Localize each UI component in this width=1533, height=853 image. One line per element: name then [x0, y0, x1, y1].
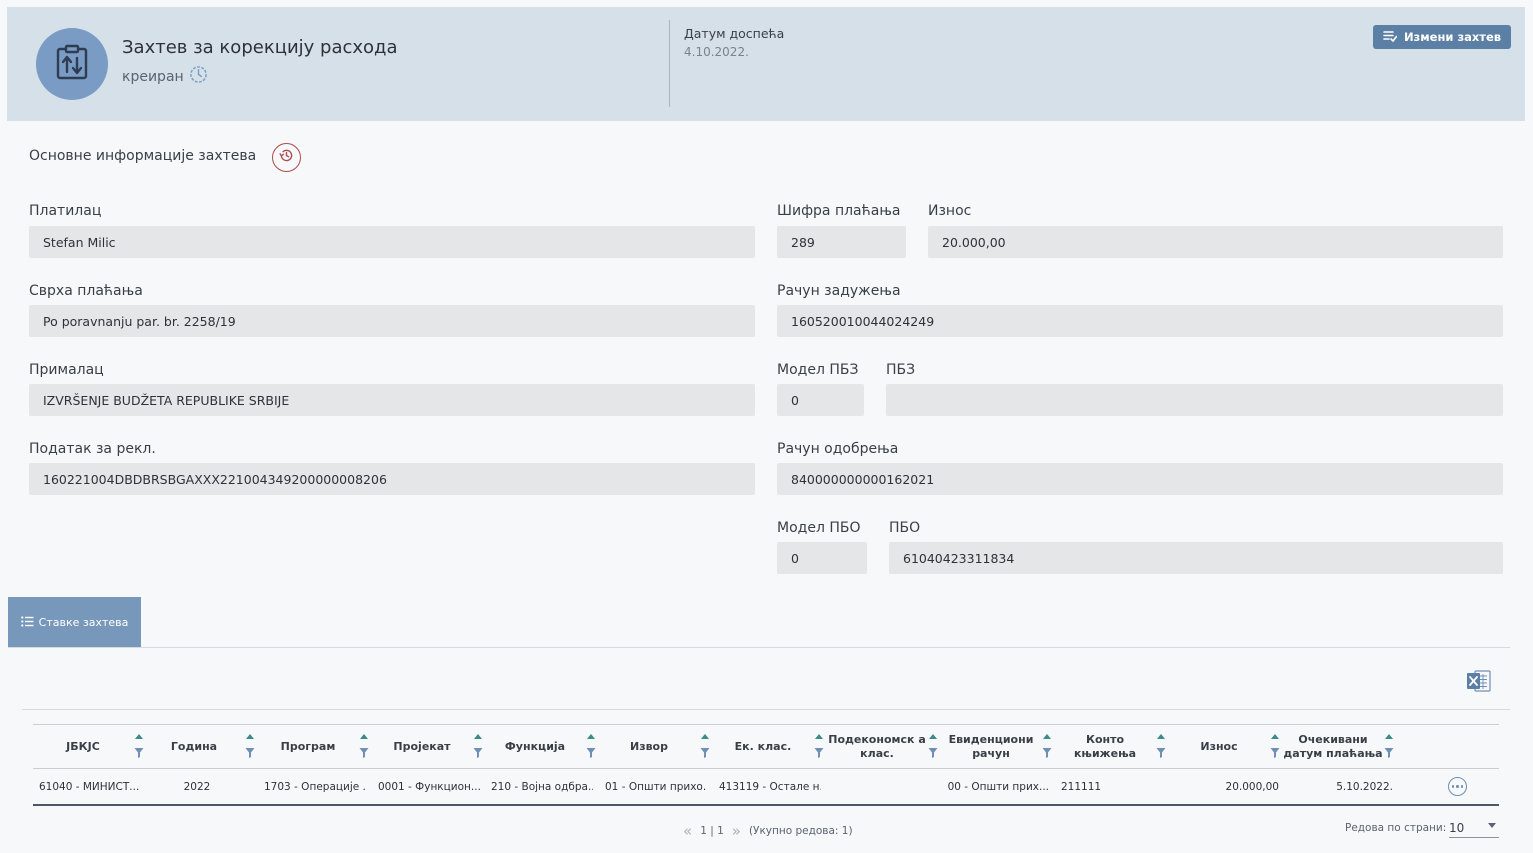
total-rows: (Укупно редова: 1)	[748, 825, 853, 837]
rows-per-page-label: Редова по страни:	[1345, 822, 1447, 834]
credit-account-label: Рачун одобрења	[777, 441, 899, 457]
rows-per-page-value: 10	[1449, 820, 1465, 835]
tab-request-items[interactable]: Ставке захтева	[8, 597, 141, 648]
amount-field[interactable]: 20.000,00	[928, 226, 1503, 258]
sort-filter-icon[interactable]	[1042, 733, 1052, 761]
sort-filter-icon[interactable]	[1270, 733, 1280, 761]
request-items-table: ЈБКЈС Година Програм Пројекат Функција Извор Е…	[33, 724, 1499, 806]
column-header-project[interactable]: Пројекат	[372, 725, 472, 769]
payer-label: Платилац	[29, 203, 102, 219]
table-cell-amount: 20.000,00	[1225, 781, 1279, 793]
payer-field[interactable]: Stefan Milic	[29, 226, 755, 258]
purpose-field[interactable]: Po poravnanju par. br. 2258/19	[29, 305, 755, 337]
previous-page-icon[interactable]: «	[683, 822, 692, 840]
sort-filter-icon[interactable]	[814, 733, 824, 761]
page-title: Захтев за корекцију расхода	[122, 37, 398, 58]
edit-list-icon	[1383, 30, 1398, 45]
column-header-sub-ec-class[interactable]: Подекономск а клас.	[827, 725, 927, 769]
pagination: « 1 | 1 » (Укупно редова: 1)	[683, 822, 853, 840]
table-cell-sub-ec-class	[833, 769, 935, 805]
table-cell-project: 0001 - Функцион...	[378, 781, 480, 793]
request-header: Захтев за корекцију расхода креиран Дату…	[7, 7, 1525, 121]
due-date-value: 4.10.2022.	[684, 45, 749, 59]
sort-filter-icon[interactable]	[1156, 733, 1166, 761]
model-pbo-label: Модел ПБО	[777, 520, 861, 536]
table-cell-year: 2022	[183, 781, 211, 793]
sort-filter-icon[interactable]	[245, 733, 255, 761]
sort-filter-icon[interactable]	[928, 733, 938, 761]
section-title: Основне информације захтева	[29, 148, 257, 164]
sort-filter-icon[interactable]	[134, 733, 144, 761]
row-actions-button[interactable]	[1448, 777, 1467, 796]
purpose-label: Сврха плаћања	[29, 283, 143, 299]
model-pbz-label: Модел ПБЗ	[777, 362, 859, 378]
column-header-expected-date[interactable]: Очекивани датум плаћања	[1283, 725, 1383, 769]
table-cell-function: 210 - Војна одбра...	[491, 781, 593, 793]
chevron-down-icon	[1488, 823, 1496, 828]
sort-filter-icon[interactable]	[700, 733, 710, 761]
column-header-record-account[interactable]: Евиденциони рачун	[941, 725, 1041, 769]
model-pbo-field[interactable]: 0	[777, 542, 867, 574]
recipient-field[interactable]: IZVRŠENJE BUDŽETA REPUBLIKE SRBIJE	[29, 384, 755, 416]
pbz-field[interactable]	[886, 384, 1503, 416]
edit-request-label: Измени захтев	[1403, 30, 1502, 44]
due-date-label: Датум доспећа	[684, 26, 785, 41]
pbz-label: ПБЗ	[886, 362, 916, 378]
clock-icon[interactable]	[189, 65, 208, 88]
edit-request-button[interactable]: Измени захтев	[1373, 25, 1511, 49]
history-icon	[278, 147, 295, 168]
column-header-source[interactable]: Извор	[599, 725, 699, 769]
column-header-ledger-account[interactable]: Конто књижења	[1055, 725, 1155, 769]
history-button[interactable]	[272, 143, 301, 172]
table-cell-record-account: 00 - Општи прих...	[947, 781, 1049, 793]
debit-account-field[interactable]: 160520010044024249	[777, 305, 1503, 337]
model-pbz-field[interactable]: 0	[777, 384, 864, 416]
pbo-field[interactable]: 61040423311834	[889, 542, 1503, 574]
column-header-program[interactable]: Програм	[258, 725, 358, 769]
table-cell-source: 01 - Општи прихо...	[605, 781, 707, 793]
tab-request-items-label: Ставке захтева	[38, 616, 129, 629]
rows-per-page-select[interactable]: 10	[1449, 818, 1499, 838]
column-header-ec-class[interactable]: Ек. клас.	[713, 725, 813, 769]
table-cell-expected-date: 5.10.2022.	[1336, 781, 1393, 793]
list-icon	[20, 615, 34, 630]
column-header-jbkjs[interactable]: ЈБКЈС	[33, 725, 133, 769]
table-body: 61040 - МИНИСТ... 2022 1703 - Операције ..…	[33, 769, 1499, 806]
pbo-label: ПБО	[889, 520, 921, 536]
page-indicator: 1 | 1	[700, 825, 724, 837]
table-cell-program: 1703 - Операције ...	[264, 781, 366, 793]
column-header-function[interactable]: Функција	[485, 725, 585, 769]
request-avatar	[36, 28, 108, 100]
clipboard-transfer-icon	[55, 44, 89, 84]
credit-account-field[interactable]: 840000000000162021	[777, 463, 1503, 495]
amount-label: Износ	[928, 203, 972, 219]
sort-filter-icon[interactable]	[1384, 733, 1394, 761]
table-cell-jbkjs: 61040 - МИНИСТ...	[39, 781, 140, 793]
recipient-label: Прималац	[29, 362, 104, 378]
table-header: ЈБКЈС Година Програм Пројекат Функција Извор Е…	[33, 724, 1499, 769]
status-text: креиран	[122, 68, 184, 85]
debit-account-label: Рачун задужења	[777, 283, 901, 299]
grid-toolbar-divider	[22, 709, 1510, 710]
column-header-amount[interactable]: Износ	[1169, 725, 1269, 769]
tab-divider	[8, 647, 1510, 648]
request-status: креиран	[122, 65, 208, 88]
excel-export-button[interactable]	[1466, 668, 1492, 694]
payment-code-field[interactable]: 289	[777, 226, 906, 258]
sort-filter-icon[interactable]	[473, 733, 483, 761]
complaint-data-label: Податак за рекл.	[29, 441, 156, 457]
complaint-data-field[interactable]: 160221004DBDBRSBGAXXX2210043492000000082…	[29, 463, 755, 495]
table-cell-ec-class: 413119 - Остале н...	[719, 781, 821, 793]
sort-filter-icon[interactable]	[586, 733, 596, 761]
header-divider	[669, 20, 670, 107]
table-cell-ledger-account: 211111	[1061, 781, 1102, 793]
next-page-icon[interactable]: »	[732, 822, 741, 840]
sort-filter-icon[interactable]	[359, 733, 369, 761]
payment-code-label: Шифра плаћања	[777, 203, 901, 219]
excel-icon	[1466, 670, 1492, 698]
column-header-year[interactable]: Година	[144, 725, 244, 769]
